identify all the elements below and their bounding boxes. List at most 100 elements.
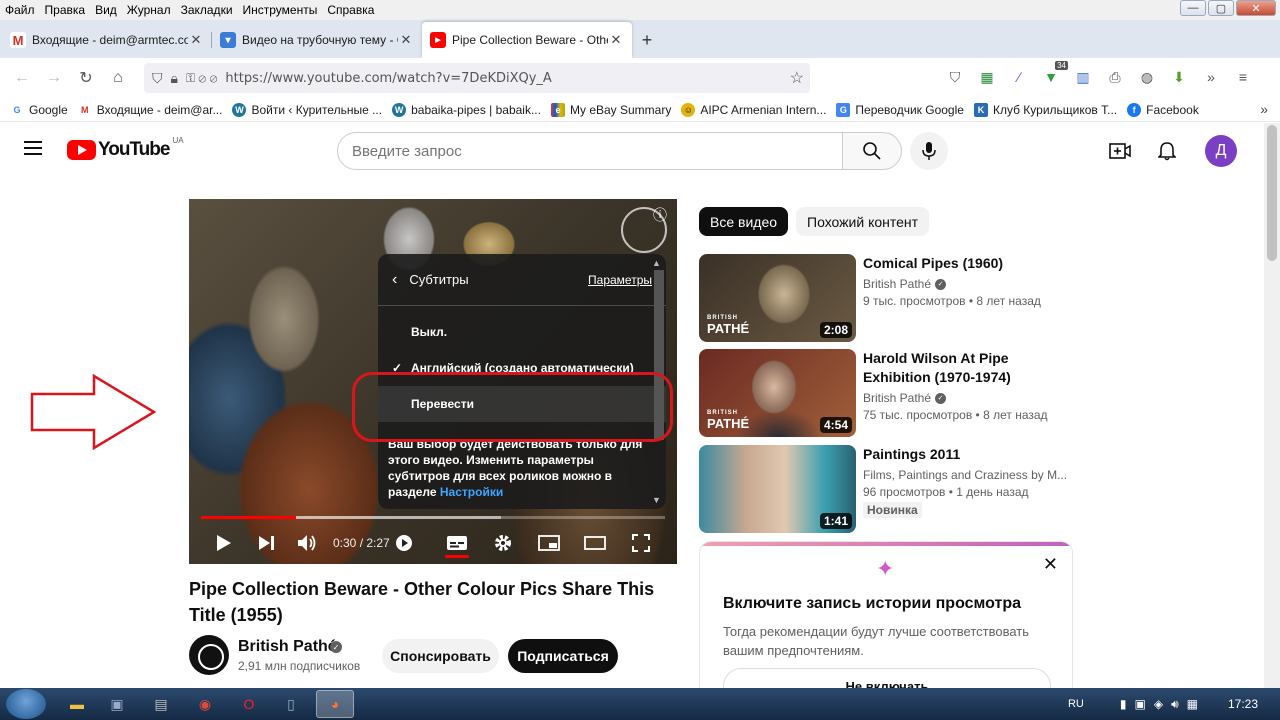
- bookmark-ebay[interactable]: e My eBay Summary: [550, 102, 671, 117]
- bookmark-wordpress-login[interactable]: W Войти ‹ Курительные ...: [232, 102, 382, 117]
- page-scrollbar[interactable]: [1264, 123, 1280, 688]
- notifications-button[interactable]: [1155, 139, 1179, 163]
- menu-tools[interactable]: Инструменты: [238, 3, 323, 17]
- print-icon[interactable]: ⎙: [1104, 66, 1126, 88]
- miniplayer-button[interactable]: [526, 525, 572, 561]
- settings-button[interactable]: [480, 525, 526, 561]
- mute-button[interactable]: [287, 525, 327, 561]
- subtitles-options-link[interactable]: Параметры: [588, 273, 652, 287]
- taskbar-chrome[interactable]: ◉: [186, 690, 224, 718]
- pocket-icon[interactable]: ⛉: [944, 66, 966, 88]
- download-icon[interactable]: ⬇: [1168, 66, 1190, 88]
- permissions-icon[interactable]: ⚿ ⊘ ⊘: [186, 71, 217, 86]
- menu-help[interactable]: Справка: [322, 3, 379, 17]
- tab-gmail[interactable]: M Входящие - deim@armtec.com ✕: [2, 22, 212, 58]
- start-button[interactable]: [6, 689, 46, 719]
- back-chevron-icon[interactable]: ‹: [392, 271, 397, 289]
- url-text[interactable]: https://www.youtube.com/watch?v=7DeKDiXQ…: [225, 71, 551, 86]
- maximize-button[interactable]: ▢: [1208, 0, 1234, 16]
- book-icon[interactable]: ▥: [1072, 66, 1094, 88]
- bookmark-google[interactable]: G Google: [10, 102, 68, 117]
- play-button[interactable]: [201, 525, 247, 561]
- close-icon[interactable]: ✕: [1043, 554, 1058, 575]
- bookmark-aipc[interactable]: ☺ AIPC Armenian Intern...: [681, 102, 826, 117]
- close-tab-icon[interactable]: ✕: [608, 32, 624, 48]
- taskbar-opera[interactable]: O: [230, 690, 268, 718]
- recommended-video[interactable]: BRITISH PATHÉ 4:54 Harold Wilson At Pipe …: [699, 349, 1069, 437]
- search-input[interactable]: [352, 142, 842, 160]
- menu-edit[interactable]: Правка: [40, 3, 91, 17]
- close-tab-icon[interactable]: ✕: [398, 32, 414, 48]
- bookmark-translate[interactable]: G Переводчик Google: [836, 102, 964, 117]
- chip-related[interactable]: Похожий контент: [796, 207, 930, 236]
- settings-link[interactable]: Настройки: [440, 485, 503, 499]
- bookmarks-overflow-button[interactable]: »: [1260, 101, 1268, 117]
- bookmark-star-icon[interactable]: ☆: [790, 68, 804, 88]
- recommended-video[interactable]: BRITISH PATHÉ 2:08 Comical Pipes (1960) B…: [699, 254, 1069, 342]
- bookmark-gmail[interactable]: M Входящие - deim@ar...: [77, 102, 222, 117]
- sponsor-button[interactable]: Спонсировать: [382, 639, 499, 673]
- volume-icon[interactable]: 🔊︎: [1171, 697, 1179, 712]
- youtube-logo[interactable]: YouTube UA: [67, 136, 184, 161]
- tray-app-icon[interactable]: ◈: [1154, 697, 1163, 711]
- menu-file[interactable]: Файл: [0, 3, 40, 17]
- menu-view[interactable]: Вид: [90, 3, 122, 17]
- home-button[interactable]: ⌂: [102, 62, 134, 94]
- taskbar-app-2[interactable]: ▣: [98, 690, 136, 718]
- globe-icon[interactable]: ◍: [1136, 66, 1158, 88]
- shield-icon[interactable]: ⛉: [152, 70, 163, 87]
- reload-button[interactable]: ↻: [70, 62, 102, 94]
- menu-bookmarks[interactable]: Закладки: [176, 3, 238, 17]
- scrollbar-thumb[interactable]: [1267, 125, 1277, 261]
- input-language[interactable]: RU: [1068, 698, 1084, 710]
- autoplay-toggle[interactable]: [392, 525, 416, 561]
- back-button[interactable]: ←: [6, 62, 38, 94]
- bookmark-facebook[interactable]: f Facebook: [1127, 102, 1199, 117]
- tab-youtube[interactable]: ▶ Pipe Collection Beware - Othe ✕: [422, 22, 632, 58]
- account-avatar[interactable]: Д: [1205, 135, 1237, 167]
- video-thumbnail[interactable]: 1:41: [699, 445, 856, 533]
- subtitles-button[interactable]: [434, 525, 480, 561]
- voice-search-button[interactable]: [910, 132, 948, 170]
- subtitle-option-off[interactable]: Выкл.: [378, 314, 666, 350]
- chevron-down-icon[interactable]: ▼: [652, 495, 661, 505]
- channel-avatar[interactable]: [189, 635, 229, 675]
- taskbar-app-3[interactable]: ▤: [142, 690, 180, 718]
- fullscreen-button[interactable]: [618, 525, 664, 561]
- minimize-button[interactable]: —: [1180, 0, 1206, 16]
- shield-check-icon[interactable]: ▼ 34: [1040, 61, 1068, 88]
- overflow-icon[interactable]: »: [1200, 66, 1222, 88]
- search-button[interactable]: [842, 132, 902, 170]
- new-tab-button[interactable]: +: [632, 22, 662, 58]
- chip-all-videos[interactable]: Все видео: [699, 207, 789, 236]
- channel-name[interactable]: British Pathé: [238, 638, 337, 656]
- bookmark-smokers-club[interactable]: K Клуб Курильщиков Т...: [973, 102, 1117, 117]
- create-video-button[interactable]: [1108, 139, 1132, 163]
- forward-button[interactable]: →: [38, 62, 70, 94]
- video-thumbnail[interactable]: BRITISH PATHÉ 4:54: [699, 349, 856, 437]
- address-bar[interactable]: ⛉ 🔒︎ ⚿ ⊘ ⊘ https://www.youtube.com/watch…: [144, 63, 810, 93]
- close-tab-icon[interactable]: ✕: [188, 32, 204, 48]
- taskbar-explorer[interactable]: ▬: [58, 690, 96, 718]
- subscribe-button[interactable]: Подписаться: [508, 639, 618, 673]
- chevron-up-icon[interactable]: ▲: [652, 258, 661, 268]
- channel-watermark-icon[interactable]: [621, 205, 667, 253]
- progress-bar[interactable]: [201, 516, 665, 519]
- video-thumbnail[interactable]: BRITISH PATHÉ 2:08: [699, 254, 856, 342]
- extension-icon[interactable]: ▦: [976, 66, 998, 88]
- recommended-video[interactable]: 1:41 Paintings 2011 Films, Paintings and…: [699, 445, 1069, 533]
- bookmark-babaika[interactable]: Wbabaika-pipes | babaik...: [392, 102, 541, 117]
- network-icon[interactable]: ▮: [1120, 697, 1127, 711]
- menu-history[interactable]: Журнал: [122, 3, 176, 17]
- taskbar-app-6[interactable]: ▯: [272, 690, 310, 718]
- clock[interactable]: 17:23: [1228, 697, 1258, 711]
- menu-icon[interactable]: ≡: [1232, 66, 1254, 88]
- theater-mode-button[interactable]: [572, 525, 618, 561]
- close-window-button[interactable]: ✕: [1236, 0, 1276, 16]
- taskbar-firefox[interactable]: ◕: [316, 690, 354, 718]
- tray-app-icon[interactable]: ▦: [1187, 697, 1198, 711]
- tab-video-topic[interactable]: ▾ Видео на трубочную тему - Cr ✕: [212, 22, 422, 58]
- feather-icon[interactable]: ∕: [1008, 66, 1030, 88]
- tray-app-icon[interactable]: ▣: [1134, 697, 1145, 711]
- lock-icon[interactable]: 🔒︎: [171, 70, 178, 87]
